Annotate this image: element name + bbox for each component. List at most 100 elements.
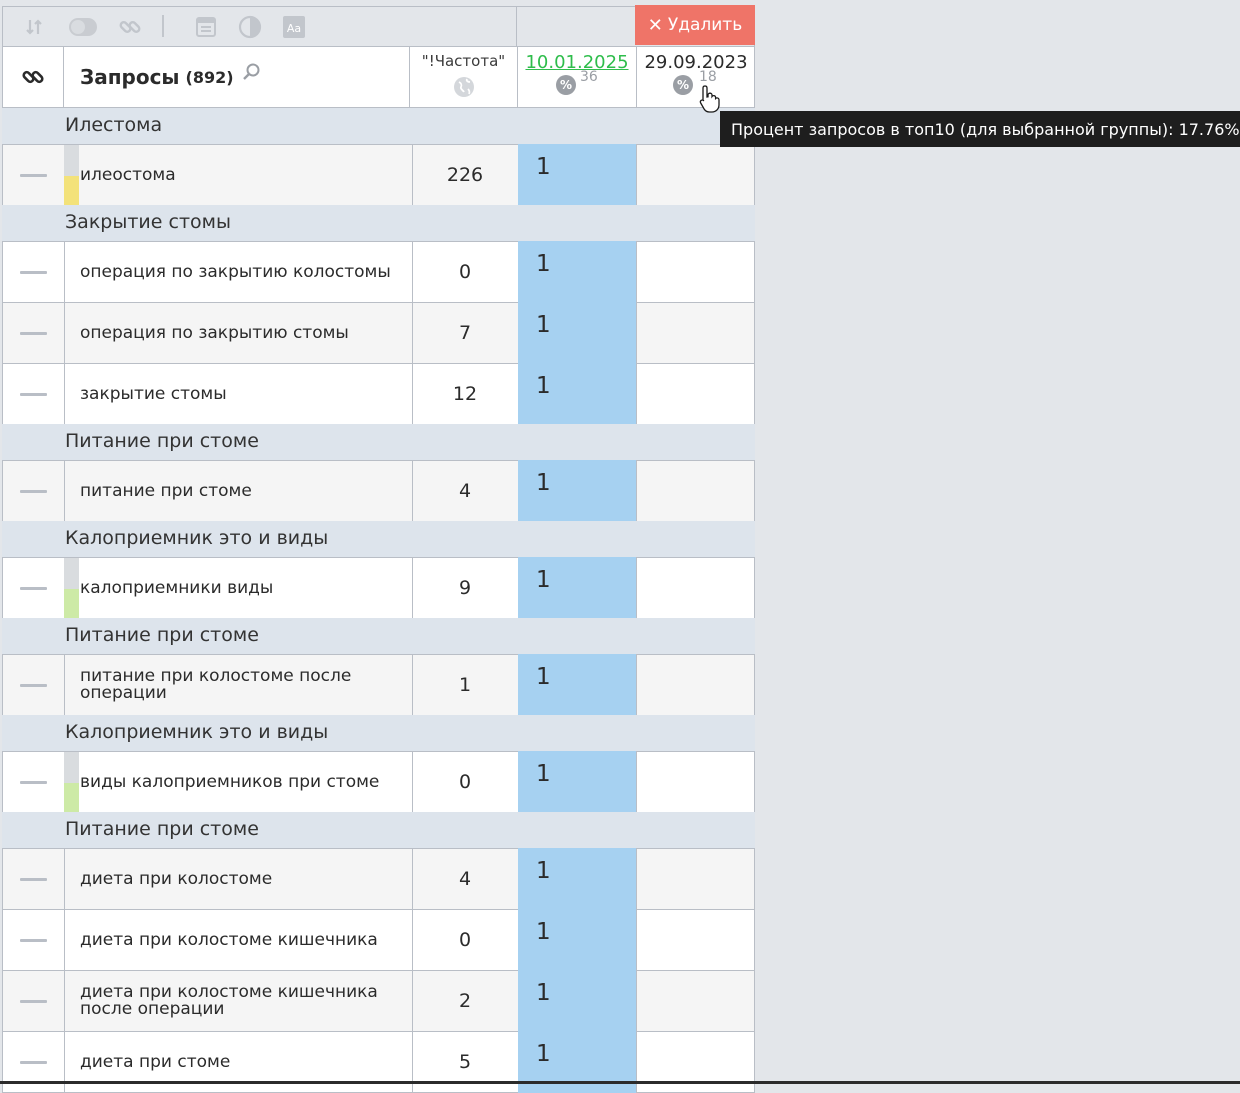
group-header[interactable]: Закрытие стомы xyxy=(2,205,755,241)
position-cell[interactable]: 1 xyxy=(518,241,637,303)
position-cell[interactable]: 1 xyxy=(518,654,637,716)
date-link-1[interactable]: 10.01.2025 xyxy=(518,52,636,73)
queries-title: Запросы xyxy=(80,65,180,89)
position-cell[interactable]: 1 xyxy=(518,460,637,522)
query-text: калоприемники виды xyxy=(80,577,274,598)
empty-position-cell[interactable] xyxy=(637,461,755,521)
table-row[interactable]: закрытие стомы 12 1 xyxy=(2,363,755,425)
dash-icon xyxy=(20,684,47,687)
percent-icon[interactable]: % xyxy=(556,75,576,95)
group-header[interactable]: Питание при стоме xyxy=(2,424,755,460)
date-column-header-2[interactable]: 29.09.2023 % 18 xyxy=(637,47,755,107)
group-header[interactable]: Калоприемник это и виды xyxy=(2,715,755,751)
queries-column-header[interactable]: Запросы (892) xyxy=(64,47,410,107)
row-handle[interactable] xyxy=(3,558,65,618)
query-text: операция по закрытию колостомы xyxy=(80,261,391,282)
empty-position-cell[interactable] xyxy=(637,752,755,812)
row-handle[interactable] xyxy=(3,303,65,363)
empty-position-cell[interactable] xyxy=(637,558,755,618)
link-column-header[interactable] xyxy=(3,47,64,107)
table-row[interactable]: питание при стоме 4 1 xyxy=(2,460,755,522)
table-row[interactable]: операция по закрытию колостомы 0 1 xyxy=(2,241,755,303)
group-header[interactable]: Питание при стоме xyxy=(2,812,755,848)
empty-position-cell[interactable] xyxy=(637,303,755,363)
group-title: Закрытие стомы xyxy=(65,211,231,233)
group-header[interactable]: Илестома xyxy=(2,108,755,144)
empty-position-cell[interactable] xyxy=(637,242,755,302)
query-text: закрытие стомы xyxy=(80,383,227,404)
link-icon xyxy=(22,70,44,84)
svg-text:Aa: Aa xyxy=(287,22,301,35)
table-row[interactable]: виды калоприемников при стоме 0 1 xyxy=(2,751,755,813)
position-cell[interactable]: 1 xyxy=(518,363,637,425)
row-handle[interactable] xyxy=(3,242,65,302)
position-cell[interactable]: 1 xyxy=(518,970,637,1032)
position-value: 1 xyxy=(536,373,551,399)
table-header: Запросы (892) "!Частота" 10.01.2025 % 36… xyxy=(2,46,755,108)
row-handle[interactable] xyxy=(3,971,65,1031)
group-title: Илестома xyxy=(65,114,163,136)
empty-position-cell[interactable] xyxy=(637,849,755,909)
table-row[interactable]: калоприемники виды 9 1 xyxy=(2,557,755,619)
dash-icon xyxy=(20,587,47,590)
query-text: виды калоприемников при стоме xyxy=(80,771,380,792)
query-text: питание при колостоме после операции xyxy=(80,666,352,703)
contrast-icon[interactable] xyxy=(237,15,263,39)
row-handle[interactable] xyxy=(3,461,65,521)
date-column-header-1[interactable]: 10.01.2025 % 36 xyxy=(518,47,637,107)
group-title: Питание при стоме xyxy=(65,818,259,840)
position-cell[interactable]: 1 xyxy=(518,909,637,971)
visibility-bar xyxy=(64,752,79,812)
percent-icon[interactable]: % xyxy=(673,75,693,95)
empty-position-cell[interactable] xyxy=(637,145,755,205)
position-value: 1 xyxy=(536,664,551,690)
search-icon[interactable] xyxy=(242,62,262,86)
position-cell[interactable]: 1 xyxy=(518,751,637,813)
dash-icon xyxy=(20,271,47,274)
sort-icon[interactable] xyxy=(23,15,45,39)
group-header[interactable]: Калоприемник это и виды xyxy=(2,521,755,557)
group-title: Питание при стоме xyxy=(65,624,259,646)
position-cell[interactable]: 1 xyxy=(518,848,637,910)
table-row[interactable]: операция по закрытию стомы 7 1 xyxy=(2,302,755,364)
query-text: диета при колостоме кишечника после опер… xyxy=(80,982,378,1019)
table-row[interactable]: питание при колостоме после операции 1 1 xyxy=(2,654,755,716)
table-row[interactable]: илеостома 226 1 xyxy=(2,144,755,206)
row-handle[interactable] xyxy=(3,910,65,970)
frequency-label: "!Частота" xyxy=(421,52,506,70)
position-cell[interactable]: 1 xyxy=(518,144,637,206)
position-value: 1 xyxy=(536,761,551,787)
position-cell[interactable]: 1 xyxy=(518,557,637,619)
tooltip: Процент запросов в топ10 (для выбранной … xyxy=(720,111,1240,147)
row-handle[interactable] xyxy=(3,655,65,715)
empty-position-cell[interactable] xyxy=(637,910,755,970)
row-handle[interactable] xyxy=(3,364,65,424)
position-value: 1 xyxy=(536,1041,551,1067)
frequency-value: 12 xyxy=(412,364,519,424)
empty-position-cell[interactable] xyxy=(637,655,755,715)
position-value: 1 xyxy=(536,470,551,496)
link-icon[interactable] xyxy=(117,15,143,39)
frequency-column-header[interactable]: "!Частота" xyxy=(410,47,518,107)
dash-icon xyxy=(20,490,47,493)
table-row[interactable]: диета при колостоме кишечника после опер… xyxy=(2,970,755,1032)
toolbar-divider xyxy=(162,15,164,37)
dash-icon xyxy=(20,332,47,335)
empty-position-cell[interactable] xyxy=(637,364,755,424)
row-handle[interactable] xyxy=(3,145,65,205)
row-handle[interactable] xyxy=(3,752,65,812)
position-cell[interactable]: 1 xyxy=(518,302,637,364)
frequency-value: 0 xyxy=(412,242,519,302)
frequency-value: 4 xyxy=(412,849,519,909)
delete-button[interactable]: ✕ Удалить xyxy=(635,5,755,45)
table-row[interactable]: диета при колостоме кишечника 0 1 xyxy=(2,909,755,971)
font-icon[interactable]: Aa xyxy=(281,15,307,39)
table-row[interactable]: диета при колостоме 4 1 xyxy=(2,848,755,910)
row-handle[interactable] xyxy=(3,849,65,909)
group-header[interactable]: Питание при стоме xyxy=(2,618,755,654)
frequency-value: 0 xyxy=(412,752,519,812)
toggle-icon[interactable] xyxy=(67,15,99,39)
empty-position-cell[interactable] xyxy=(637,971,755,1031)
date-label-2: 29.09.2023 xyxy=(644,52,748,73)
window-icon[interactable] xyxy=(193,15,219,39)
